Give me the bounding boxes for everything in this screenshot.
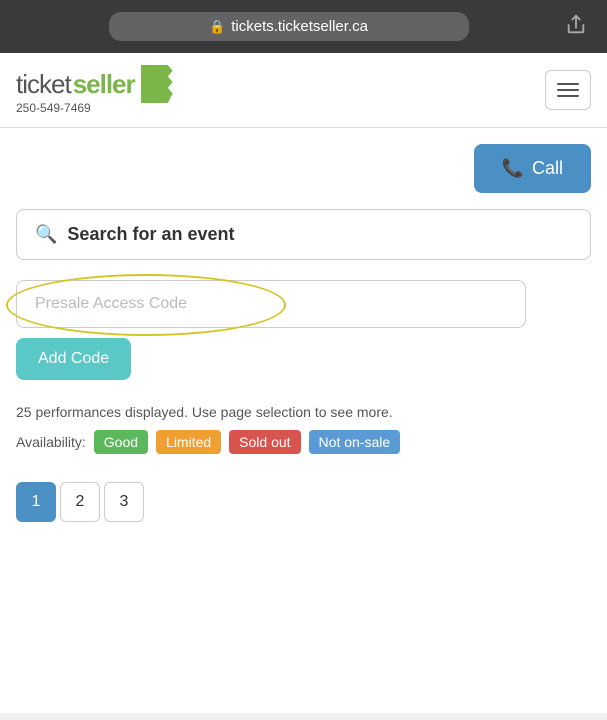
share-button[interactable] bbox=[561, 10, 591, 43]
access-code-wrapper bbox=[16, 280, 591, 328]
availability-label: Availability: bbox=[16, 434, 86, 450]
logo-phone: 250-549-7469 bbox=[16, 101, 173, 115]
page-button-2[interactable]: 2 bbox=[60, 482, 100, 522]
url-pill[interactable]: 🔒 tickets.ticketseller.ca bbox=[109, 12, 469, 41]
badge-soldout: Sold out bbox=[229, 430, 300, 454]
search-bar[interactable]: 🔍 Search for an event bbox=[16, 209, 591, 260]
hamburger-line-2 bbox=[557, 89, 579, 91]
call-button-label: Call bbox=[532, 158, 563, 179]
search-label: Search for an event bbox=[67, 224, 234, 245]
badge-notsale: Not on-sale bbox=[309, 430, 401, 454]
access-code-section: Add Code bbox=[0, 268, 607, 388]
info-section: 25 performances displayed. Use page sele… bbox=[0, 388, 607, 462]
badge-limited: Limited bbox=[156, 430, 221, 454]
logo-text: ticket seller bbox=[16, 65, 173, 103]
url-area: 🔒 tickets.ticketseller.ca bbox=[16, 12, 561, 41]
presale-access-code-input[interactable] bbox=[16, 280, 526, 328]
browser-bar: 🔒 tickets.ticketseller.ca bbox=[0, 0, 607, 53]
add-code-button[interactable]: Add Code bbox=[16, 338, 131, 380]
hamburger-menu-button[interactable] bbox=[545, 70, 591, 110]
search-icon: 🔍 bbox=[35, 224, 57, 245]
logo-ticket-icon bbox=[141, 65, 173, 103]
logo-seller-text: seller bbox=[73, 69, 135, 100]
hamburger-line-3 bbox=[557, 95, 579, 97]
availability-row: Availability: Good Limited Sold out Not … bbox=[16, 430, 591, 454]
performances-text: 25 performances displayed. Use page sele… bbox=[16, 404, 591, 420]
page-content: ticket seller 250-549-7469 📞 Call 🔍 Sear… bbox=[0, 53, 607, 713]
search-section: 🔍 Search for an event bbox=[0, 201, 607, 268]
page-button-3[interactable]: 3 bbox=[104, 482, 144, 522]
site-header: ticket seller 250-549-7469 bbox=[0, 53, 607, 128]
call-section: 📞 Call bbox=[0, 128, 607, 201]
page-button-1[interactable]: 1 bbox=[16, 482, 56, 522]
lock-icon: 🔒 bbox=[209, 19, 225, 35]
phone-icon: 📞 bbox=[502, 158, 524, 179]
logo-area: ticket seller 250-549-7469 bbox=[16, 65, 173, 115]
logo-ticket-text: ticket bbox=[16, 69, 71, 100]
hamburger-line-1 bbox=[557, 83, 579, 85]
call-button[interactable]: 📞 Call bbox=[474, 144, 591, 193]
badge-good: Good bbox=[94, 430, 148, 454]
pagination-section: 1 2 3 bbox=[0, 462, 607, 542]
share-icon bbox=[565, 14, 587, 36]
url-text: tickets.ticketseller.ca bbox=[231, 18, 368, 35]
